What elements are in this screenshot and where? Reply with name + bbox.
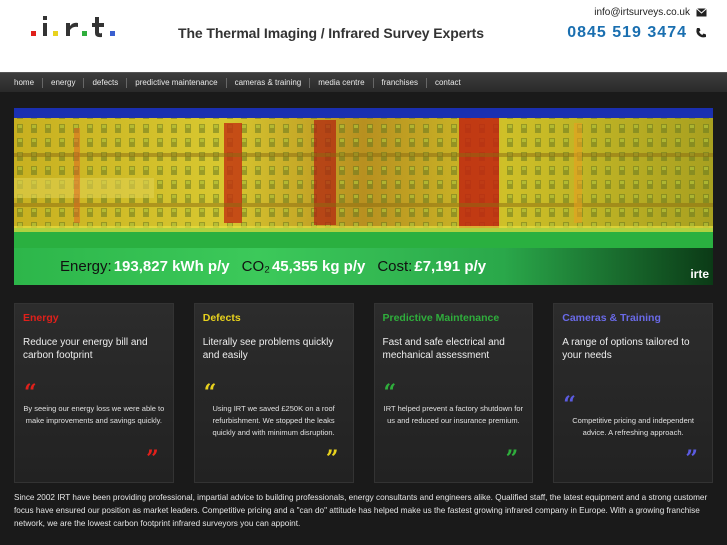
panel-title[interactable]: Cameras & Training — [562, 312, 704, 324]
testimonial: By seeing our energy loss we were able t… — [23, 404, 165, 425]
hero-brand: irte — [690, 267, 709, 281]
testimonial: Competitive pricing and independent advi… — [572, 416, 694, 437]
close-quote-icon: ” — [146, 446, 159, 472]
panel-predictive-maintenance[interactable]: Predictive Maintenance Fast and safe ele… — [373, 303, 534, 483]
nav-predictive-maintenance[interactable]: predictive maintenance — [127, 77, 227, 88]
phone-contact[interactable]: 0845 519 3474 — [567, 24, 707, 42]
main-nav: home energy defects predictive maintenan… — [0, 72, 727, 92]
panel-title[interactable]: Defects — [203, 312, 345, 324]
panel-defects[interactable]: Defects Literally see problems quickly a… — [193, 303, 354, 483]
irt-logo[interactable] — [28, 14, 128, 46]
panel-description: Fast and safe electrical and mechanical … — [382, 337, 505, 361]
testimonial: Using IRT we saved £250K on a roof refur… — [212, 404, 335, 437]
hero-banner[interactable]: Energy: 193,827 kWh p/y CO₂ 45,355 kg p/… — [14, 108, 713, 285]
tagline: The Thermal Imaging / Infrared Survey Ex… — [178, 25, 484, 41]
about-text: Since 2002 IRT have been providing profe… — [14, 493, 708, 528]
open-quote-icon: “ — [203, 380, 217, 406]
energy-value: 193,827 kWh p/y — [113, 258, 230, 275]
site-header: The Thermal Imaging / Infrared Survey Ex… — [0, 0, 727, 72]
testimonial: IRT helped prevent a factory shutdown fo… — [383, 404, 524, 425]
phone-number[interactable]: 0845 519 3474 — [567, 24, 687, 42]
open-quote-icon: “ — [563, 392, 576, 418]
open-quote-icon: “ — [24, 380, 37, 406]
nav-energy[interactable]: energy — [43, 77, 85, 88]
energy-label: Energy: — [60, 258, 112, 275]
co2-label: CO₂ — [241, 258, 270, 275]
close-quote-icon: ” — [685, 446, 698, 472]
cost-value: £7,191 p/y — [414, 258, 487, 275]
service-panels: Energy Reduce your energy bill and carbo… — [14, 303, 713, 483]
nav-contact[interactable]: contact — [427, 78, 469, 88]
open-quote-icon: “ — [383, 380, 397, 406]
nav-defects[interactable]: defects — [84, 77, 128, 88]
nav-franchises[interactable]: franchises — [374, 77, 427, 88]
co2-value: 45,355 kg p/y — [271, 258, 366, 275]
panel-title[interactable]: Predictive Maintenance — [383, 312, 525, 324]
panel-cameras-training[interactable]: Cameras & Training A range of options ta… — [553, 303, 713, 483]
panel-description: Literally see problems quickly and easil… — [202, 337, 334, 361]
envelope-icon — [696, 8, 707, 17]
energy-stats-bar: Energy: 193,827 kWh p/y CO₂ 45,355 kg p/… — [14, 248, 713, 285]
close-quote-icon: ” — [325, 446, 339, 472]
nav-cameras-training[interactable]: cameras & training — [227, 77, 311, 88]
panel-title[interactable]: Energy — [23, 312, 165, 324]
panel-description: Reduce your energy bill and carbon footp… — [23, 337, 148, 361]
panel-description: A range of options tailored to your need… — [562, 337, 690, 361]
phone-icon — [696, 28, 706, 38]
panel-energy[interactable]: Energy Reduce your energy bill and carbo… — [14, 303, 174, 483]
thermal-building-image — [14, 108, 713, 248]
nav-home[interactable]: home — [6, 77, 44, 88]
close-quote-icon: ” — [505, 446, 519, 472]
cost-label: Cost: — [377, 258, 413, 275]
email-contact[interactable]: info@irtsurveys.co.uk — [594, 7, 707, 18]
nav-media-centre[interactable]: media centre — [310, 77, 374, 88]
email-link[interactable]: info@irtsurveys.co.uk — [594, 7, 690, 18]
